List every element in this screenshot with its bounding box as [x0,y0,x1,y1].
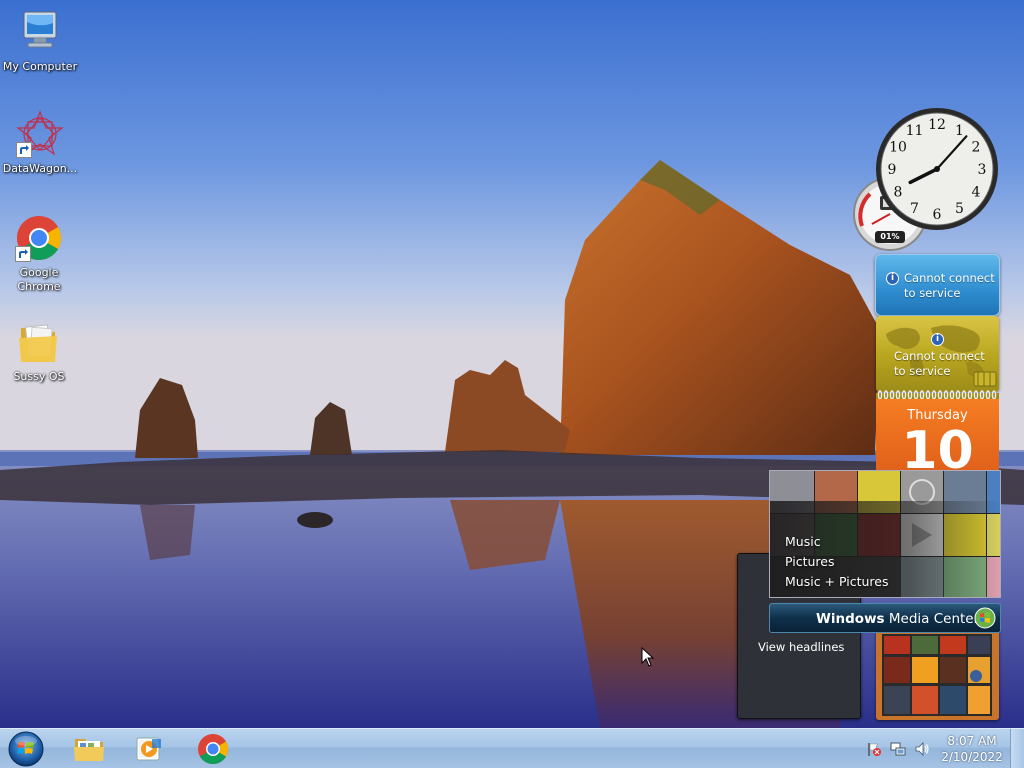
datawagon-icon [16,110,64,158]
clock-numeral: 3 [978,162,987,178]
weather-status-message: Cannot connect to service [904,271,995,301]
desktop-icon-google-chrome[interactable]: Google Chrome [0,214,79,294]
menu-item-music[interactable]: Music [785,532,889,552]
desktop-icon-my-computer[interactable]: My Computer [0,8,80,74]
menu-item-pictures[interactable]: Pictures [785,552,889,572]
weather-message-line: Cannot connect [904,271,995,285]
calendar-gadget[interactable]: Thursday 10 [876,399,999,473]
clock-gadget[interactable]: 12 1 2 3 4 5 6 7 8 9 10 11 [874,106,1000,232]
desktop-icon-label: Sussy OS [13,370,65,383]
desktop-icon-sussy-os[interactable]: Sussy OS [0,318,79,384]
taskbar: 8:07 AM 2/10/2022 [0,728,1024,768]
weather-gadget[interactable]: i Cannot connect to service [875,254,1000,316]
clock-numeral: 4 [972,185,981,201]
currency-message-line: Cannot connect [894,349,985,363]
info-icon: i [931,333,944,346]
chrome-icon [198,734,229,765]
info-icon: i [886,272,899,285]
media-center-menu: Music Pictures Music + Pictures [785,532,889,592]
taskbar-file-explorer[interactable] [62,730,116,768]
action-center-flag-icon[interactable] [866,741,882,757]
clock-numeral: 5 [955,201,964,217]
start-button[interactable] [5,730,47,768]
picture-puzzle-gadget[interactable] [876,630,999,720]
desktop-icon-label: My Computer [2,60,78,73]
windows-start-orb-icon [8,731,44,767]
shortcut-arrow-icon [16,142,32,158]
desktop-icon-datawagon[interactable]: DataWagon... [0,110,80,176]
puzzle-tiles [882,634,992,716]
clock-numeral: 2 [972,140,981,156]
chrome-icon [15,214,63,262]
taskbar-time: 8:07 AM [947,734,997,748]
desktop-icon-label: DataWagon... [2,162,78,175]
windows-logo-icon [974,607,996,629]
clock-numeral: 10 [889,140,907,156]
file-explorer-icon [74,739,104,761]
desktop-icon-label: Google Chrome [17,266,61,293]
currency-gadget[interactable]: i Cannot connect to service [876,316,999,392]
taskbar-media-player[interactable] [122,730,176,768]
clock-numeral: 1 [955,123,964,139]
clock-numeral: 9 [888,162,897,178]
clock-numeral: 11 [906,123,924,139]
view-headlines-link[interactable]: View headlines [758,640,844,654]
network-icon[interactable] [890,741,906,757]
weather-message-line: to service [904,286,961,300]
volume-icon[interactable] [914,741,930,757]
taskbar-chrome[interactable] [186,730,240,768]
media-center-title: Windows Media Center [816,611,979,627]
show-desktop-button[interactable] [1010,729,1024,768]
mouse-cursor-icon [641,647,655,667]
clock-numeral: 8 [894,185,903,201]
media-center-title-bold: Windows [816,611,885,627]
calendar-day-number: 10 [901,421,974,473]
currency-message-line: to service [894,364,951,378]
shortcut-arrow-icon [15,246,31,262]
media-player-icon [136,737,161,761]
media-center-title-bar[interactable]: Windows Media Center [769,603,1001,633]
media-center-title-rest: Media Center [888,611,980,627]
media-center-gadget[interactable]: Music Pictures Music + Pictures Windows … [769,470,1001,633]
clock-numeral: 7 [910,201,919,217]
clock-numeral: 6 [933,207,942,223]
clock-face: 12 12 3 45678 9 1011 [876,108,998,230]
folder-icon [15,318,63,366]
currency-status-message: Cannot connect to service [894,349,985,379]
taskbar-clock[interactable]: 8:07 AM 2/10/2022 [932,733,1012,765]
cpu-percent-text: 01% [880,232,900,241]
menu-item-music-pictures[interactable]: Music + Pictures [785,572,889,592]
taskbar-date: 2/10/2022 [941,750,1003,764]
clock-numeral: 12 [928,117,946,133]
computer-icon [16,8,64,56]
